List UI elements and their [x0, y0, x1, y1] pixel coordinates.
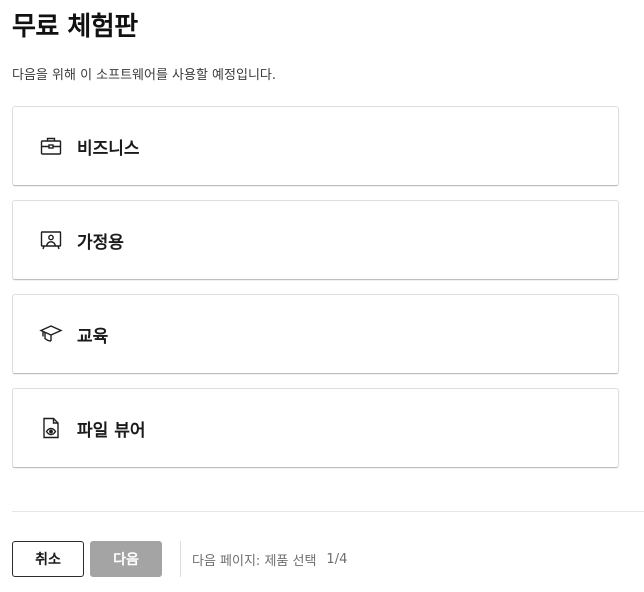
- option-label: 비즈니스: [77, 138, 140, 159]
- option-label: 교육: [77, 326, 109, 347]
- usage-options: 비즈니스 가정용 교육 파일 뷰어: [12, 106, 619, 482]
- graduation-cap-icon: [39, 322, 63, 346]
- footer-separator: [180, 541, 181, 577]
- option-file-viewer[interactable]: 파일 뷰어: [12, 388, 619, 468]
- option-business[interactable]: 비즈니스: [12, 106, 619, 186]
- option-label: 가정용: [77, 232, 124, 253]
- option-home[interactable]: 가정용: [12, 200, 619, 280]
- next-page-info: 다음 페이지: 제품 선택: [192, 553, 317, 569]
- next-button[interactable]: 다음: [90, 541, 162, 577]
- page-title: 무료 체험판: [12, 12, 138, 42]
- step-indicator: 1/4: [326, 551, 348, 567]
- footer-divider: [12, 511, 644, 512]
- file-view-icon: [39, 416, 63, 440]
- option-education[interactable]: 교육: [12, 294, 619, 374]
- option-label: 파일 뷰어: [77, 420, 146, 441]
- briefcase-icon: [39, 134, 63, 158]
- page-subtitle: 다음을 위해 이 소프트웨어를 사용할 예정입니다.: [12, 68, 276, 83]
- trial-page: 무료 체험판 다음을 위해 이 소프트웨어를 사용할 예정입니다. 비즈니스 가…: [0, 0, 644, 592]
- home-presentation-icon: [39, 228, 63, 252]
- cancel-button[interactable]: 취소: [12, 541, 84, 577]
- footer: 취소 다음 다음 페이지: 제품 선택 1/4: [12, 541, 347, 577]
